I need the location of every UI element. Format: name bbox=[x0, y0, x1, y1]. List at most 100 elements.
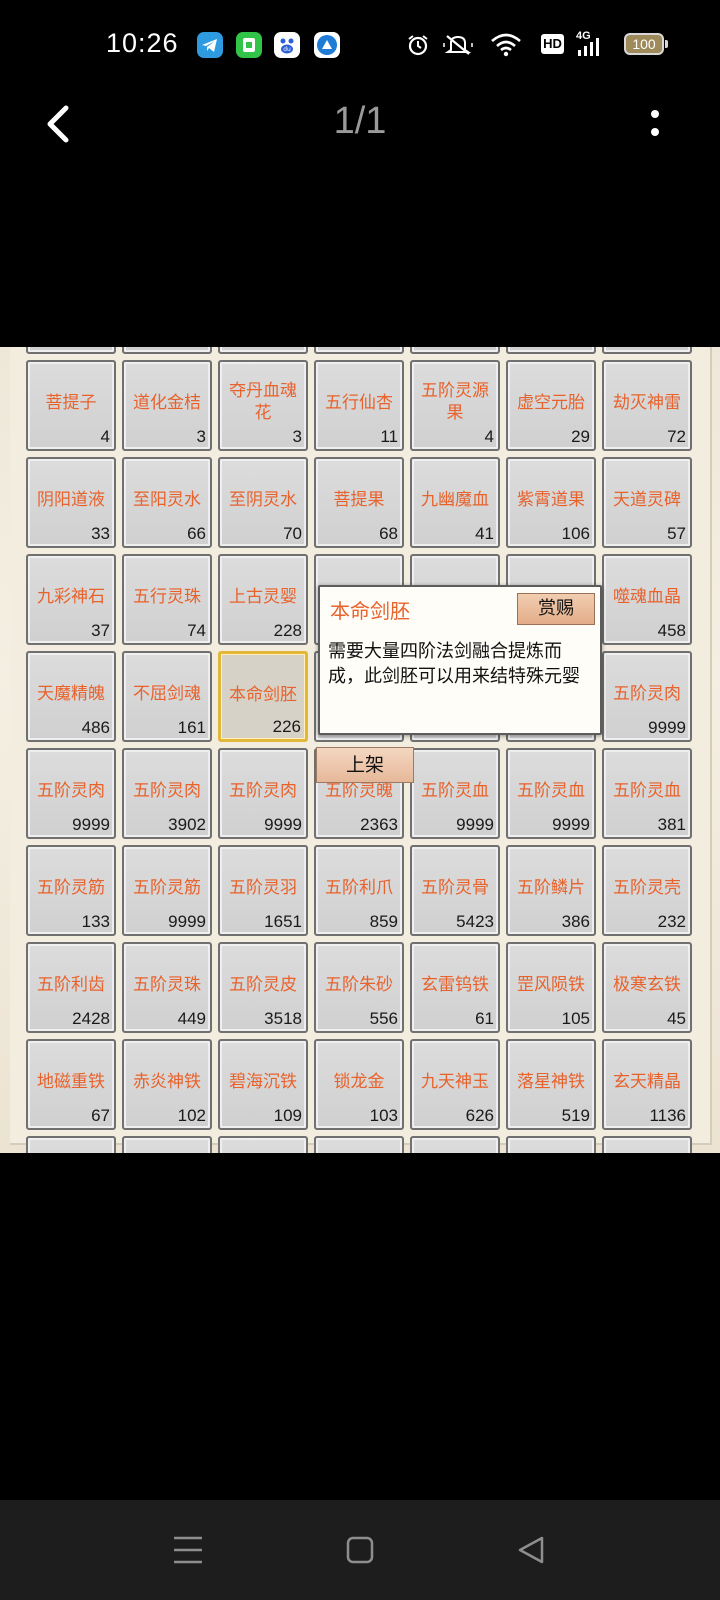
inventory-slot[interactable]: 夺丹血魂花 3 bbox=[218, 360, 308, 451]
inventory-slot[interactable] bbox=[410, 1136, 500, 1153]
inventory-slot[interactable] bbox=[506, 1136, 596, 1153]
inventory-slot[interactable]: 虚空元胎 29 bbox=[506, 360, 596, 451]
inventory-slot[interactable]: 五阶灵筋 9999 bbox=[122, 845, 212, 936]
inventory-slot[interactable]: 五阶灵羽 1651 bbox=[218, 845, 308, 936]
inventory-slot[interactable]: 阴阳道液 33 bbox=[26, 457, 116, 548]
inventory-slot[interactable]: 五阶灵肉 9999 bbox=[602, 651, 692, 742]
item-name: 五阶利爪 bbox=[325, 878, 393, 898]
inventory-slot[interactable]: 五阶利齿 2428 bbox=[26, 942, 116, 1033]
item-name: 五行灵珠 bbox=[133, 587, 201, 607]
inventory-slot[interactable]: 菩提果 68 bbox=[314, 457, 404, 548]
item-detail-popup: 本命剑胚 赏赐 需要大量四阶法剑融合提炼而成，此剑胚可以用来结特殊元婴 bbox=[318, 585, 602, 735]
item-count: 449 bbox=[177, 1009, 206, 1028]
item-name: 五阶灵魄 bbox=[325, 781, 393, 801]
inventory-slot[interactable] bbox=[122, 1136, 212, 1153]
inventory-slot[interactable]: 899 bbox=[410, 347, 500, 354]
menu-button[interactable] bbox=[168, 1530, 208, 1570]
item-count: 232 bbox=[657, 912, 686, 931]
inventory-slot[interactable]: 九幽魔血 41 bbox=[410, 457, 500, 548]
inventory-slot[interactable]: 五阶灵皮 3518 bbox=[218, 942, 308, 1033]
inventory-slot[interactable]: 紫霄道果 106 bbox=[506, 457, 596, 548]
item-name: 五阶灵肉 bbox=[613, 684, 681, 704]
inventory-slot[interactable]: 不屈剑魂 161 bbox=[122, 651, 212, 742]
more-options-button[interactable] bbox=[640, 104, 670, 144]
item-name: 天魔精魄 bbox=[37, 684, 105, 704]
inventory-slot[interactable]: 地磁重铁 67 bbox=[26, 1039, 116, 1130]
inventory-slot[interactable]: 噬魂血晶 458 bbox=[602, 554, 692, 645]
reward-button[interactable]: 赏赐 bbox=[517, 593, 595, 625]
inventory-slot[interactable]: 罡风陨铁 105 bbox=[506, 942, 596, 1033]
item-count: 859 bbox=[369, 912, 398, 931]
inventory-slot[interactable]: 九天神玉 626 bbox=[410, 1039, 500, 1130]
inventory-slot[interactable]: 至阴灵水 70 bbox=[218, 457, 308, 548]
item-count: 9999 bbox=[648, 718, 686, 737]
item-name: 紫霄道果 bbox=[517, 490, 585, 510]
inventory-slot[interactable]: 天道灵碑 57 bbox=[602, 457, 692, 548]
inventory-slot-selected[interactable]: 本命剑胚 226 bbox=[218, 651, 308, 742]
item-name: 极寒玄铁 bbox=[613, 975, 681, 995]
inventory-slot[interactable] bbox=[314, 1136, 404, 1153]
inventory-slot[interactable]: 10 bbox=[602, 347, 692, 354]
item-name: 碧海沉铁 bbox=[229, 1072, 297, 1092]
inventory-slot[interactable]: 玄天精晶 1136 bbox=[602, 1039, 692, 1130]
inventory-slot[interactable]: 落星神铁 519 bbox=[506, 1039, 596, 1130]
list-for-sale-button[interactable]: 上架 bbox=[316, 747, 414, 783]
inventory-slot[interactable]: 5 bbox=[122, 347, 212, 354]
menu-icon bbox=[174, 1536, 202, 1564]
item-count: 486 bbox=[81, 718, 110, 737]
inventory-slot[interactable]: 上古灵婴 228 bbox=[218, 554, 308, 645]
inventory-slot[interactable]: 五阶灵血 381 bbox=[602, 748, 692, 839]
item-count: 68 bbox=[379, 524, 398, 543]
inventory-slot[interactable]: 五阶灵源果 4 bbox=[410, 360, 500, 451]
home-button[interactable] bbox=[340, 1530, 380, 1570]
inventory-slot[interactable]: 五阶利爪 859 bbox=[314, 845, 404, 936]
back-button[interactable] bbox=[40, 104, 80, 144]
inventory-slot[interactable]: 菩提子 4 bbox=[26, 360, 116, 451]
inventory-slot[interactable]: 至阳灵水 66 bbox=[122, 457, 212, 548]
inventory-slot[interactable] bbox=[314, 347, 404, 354]
inventory-slot[interactable]: 劫灭神雷 72 bbox=[602, 360, 692, 451]
battery-icon: 100 bbox=[624, 33, 664, 55]
item-name: 劫灭神雷 bbox=[613, 393, 681, 413]
inventory-slot[interactable]: 五阶灵肉 9999 bbox=[218, 748, 308, 839]
item-count: 5423 bbox=[456, 912, 494, 931]
item-name: 赤炎神铁 bbox=[133, 1072, 201, 1092]
inventory-slot[interactable]: 五阶灵骨 5423 bbox=[410, 845, 500, 936]
inventory-slot[interactable]: 五阶灵血 9999 bbox=[410, 748, 500, 839]
inventory-slot[interactable]: 五阶灵壳 232 bbox=[602, 845, 692, 936]
battery-cap bbox=[665, 40, 668, 48]
item-count: 4 bbox=[484, 427, 494, 446]
item-count: 2363 bbox=[360, 815, 398, 834]
item-count: 626 bbox=[465, 1106, 494, 1125]
inventory-slot[interactable] bbox=[602, 1136, 692, 1153]
inventory-slot[interactable]: 五阶朱砂 556 bbox=[314, 942, 404, 1033]
item-name: 玄天精晶 bbox=[613, 1072, 681, 1092]
inventory-slot[interactable]: 五阶灵珠 449 bbox=[122, 942, 212, 1033]
inventory-slot[interactable]: 五阶灵肉 9999 bbox=[26, 748, 116, 839]
inventory-slot[interactable]: 五阶灵筋 133 bbox=[26, 845, 116, 936]
inventory-slot[interactable]: 玄雷钨铁 61 bbox=[410, 942, 500, 1033]
chevron-left-icon bbox=[47, 105, 69, 143]
inventory-slot[interactable]: 五阶灵肉 3902 bbox=[122, 748, 212, 839]
inventory-slot[interactable]: 九彩神石 37 bbox=[26, 554, 116, 645]
inventory-slot[interactable]: 锁龙金 103 bbox=[314, 1039, 404, 1130]
item-name: 锁龙金 bbox=[333, 1072, 385, 1092]
inventory-slot[interactable]: 14 bbox=[218, 347, 308, 354]
inventory-slot[interactable] bbox=[26, 1136, 116, 1153]
item-name: 五阶灵筋 bbox=[133, 878, 201, 898]
inventory-slot[interactable]: 10 bbox=[506, 347, 596, 354]
inventory-slot[interactable]: 赤炎神铁 102 bbox=[122, 1039, 212, 1130]
inventory-slot[interactable]: 189 bbox=[26, 347, 116, 354]
back-nav-button[interactable] bbox=[512, 1530, 552, 1570]
inventory-slot[interactable]: 碧海沉铁 109 bbox=[218, 1039, 308, 1130]
inventory-slot[interactable]: 五阶灵血 9999 bbox=[506, 748, 596, 839]
inventory-slot[interactable] bbox=[218, 1136, 308, 1153]
inventory-slot[interactable]: 极寒玄铁 45 bbox=[602, 942, 692, 1033]
inventory-slot[interactable]: 五阶鳞片 386 bbox=[506, 845, 596, 936]
inventory-slot[interactable]: 五行仙杏 11 bbox=[314, 360, 404, 451]
item-name: 五阶灵骨 bbox=[421, 878, 489, 898]
inventory-slot[interactable]: 天魔精魄 486 bbox=[26, 651, 116, 742]
item-name: 五行仙杏 bbox=[325, 393, 393, 413]
inventory-slot[interactable]: 五行灵珠 74 bbox=[122, 554, 212, 645]
inventory-slot[interactable]: 道化金桔 3 bbox=[122, 360, 212, 451]
